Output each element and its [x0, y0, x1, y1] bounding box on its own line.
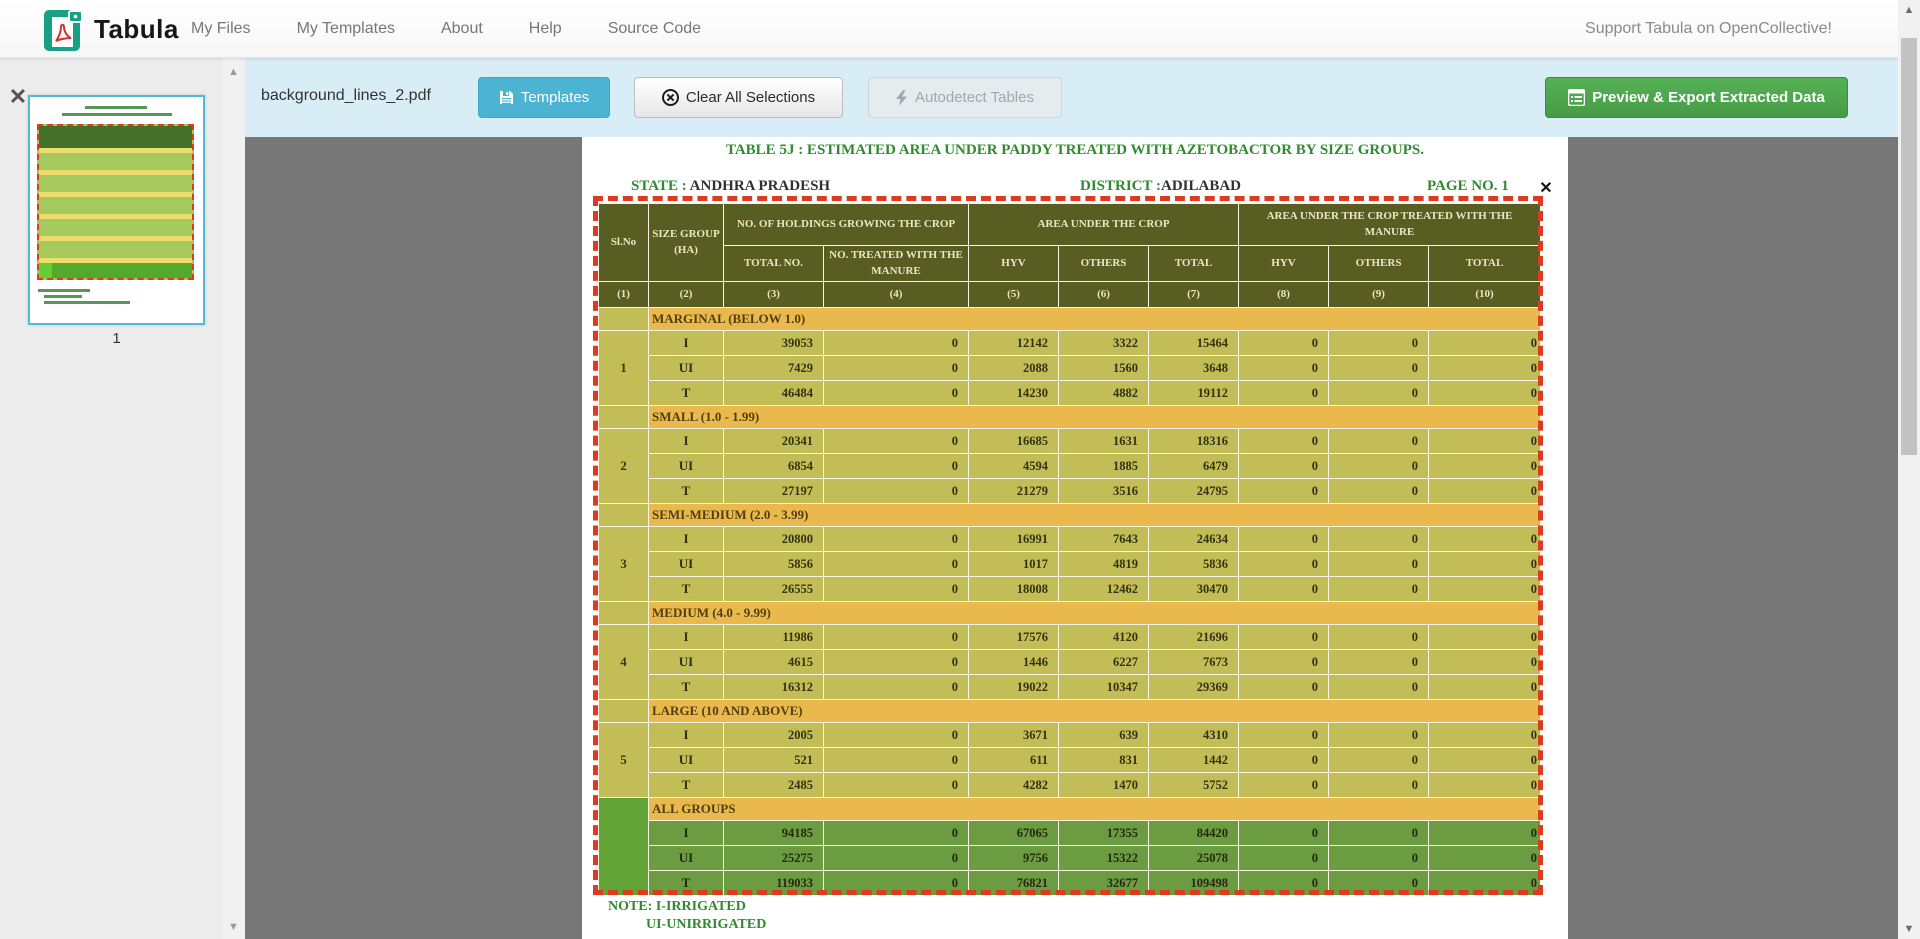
thumbnail-note-line [44, 301, 130, 304]
clear-all-selections-button[interactable]: Clear All Selections [634, 77, 843, 118]
table-selection-box[interactable] [593, 196, 1543, 895]
sidebar-scrollbar[interactable] [222, 58, 245, 939]
scroll-up-arrow-icon[interactable]: ▲ [1898, 2, 1920, 18]
lightning-bolt-icon [896, 90, 908, 106]
nav-item-help[interactable]: Help [506, 20, 585, 38]
nav-menu: My Files My Templates About Help Source … [168, 0, 724, 58]
thumbnail-note-line [38, 289, 90, 292]
nav-item-about[interactable]: About [418, 20, 506, 38]
sidebar-scroll-down-icon[interactable]: ▼ [222, 919, 245, 935]
filename-label: background_lines_2.pdf [261, 87, 431, 105]
save-icon [499, 90, 514, 105]
templates-button-label: Templates [521, 89, 589, 106]
brand-link[interactable]: Tabula [44, 7, 179, 51]
page-sidebar: ▲ ▼ ✕ 1 [0, 58, 245, 939]
nav-item-source-code[interactable]: Source Code [585, 20, 724, 38]
export-button-label: Preview & Export Extracted Data [1592, 89, 1825, 106]
tabula-logo-icon [44, 7, 84, 51]
sidebar-scroll-up-icon[interactable]: ▲ [222, 64, 245, 80]
main-viewport: TABLE 5J : ESTIMATED AREA UNDER PADDY TR… [245, 137, 1898, 939]
doc-title: TABLE 5J : ESTIMATED AREA UNDER PADDY TR… [582, 142, 1568, 159]
nav-item-my-files[interactable]: My Files [168, 20, 274, 38]
doc-note-line1: NOTE: I-IRRIGATED [608, 899, 746, 915]
nav-item-my-templates[interactable]: My Templates [274, 20, 418, 38]
templates-button[interactable]: Templates [478, 77, 610, 118]
district-label: DISTRICT : [1080, 178, 1161, 194]
pdf-page[interactable]: TABLE 5J : ESTIMATED AREA UNDER PADDY TR… [582, 137, 1568, 939]
clear-button-label: Clear All Selections [686, 89, 815, 106]
state-label: STATE : [631, 178, 687, 194]
page-number-label: 1 [28, 330, 205, 347]
brand-title: Tabula [94, 14, 179, 45]
toolbar: background_lines_2.pdf Templates Clear A… [245, 58, 1898, 137]
autodetect-tables-button[interactable]: Autodetect Tables [868, 77, 1062, 118]
navbar: Tabula My Files My Templates About Help … [0, 0, 1898, 58]
doc-district: DISTRICT :ADILABAD [1080, 178, 1241, 195]
thumbnail-note-line [44, 295, 82, 298]
scrollbar-thumb[interactable] [1901, 38, 1917, 455]
preview-export-button[interactable]: Preview & Export Extracted Data [1545, 77, 1848, 118]
doc-note-line2: UI-UNIRRIGATED [646, 917, 766, 933]
scroll-down-arrow-icon[interactable]: ▼ [1898, 921, 1920, 937]
doc-page-no: PAGE NO. 1 [1427, 178, 1509, 195]
page-thumbnail[interactable] [28, 95, 205, 325]
thumbnail-title-line [85, 106, 147, 109]
support-link[interactable]: Support Tabula on OpenCollective! [1585, 0, 1832, 58]
table-list-icon [1568, 89, 1585, 106]
thumbnail-selection-preview [37, 124, 194, 280]
state-value: ANDHRA PRADESH [690, 178, 830, 194]
doc-state: STATE : ANDHRA PRADESH [631, 178, 830, 195]
clear-circle-x-icon [662, 89, 679, 106]
window-scrollbar[interactable]: ▲ ▼ [1898, 0, 1920, 939]
autodetect-button-label: Autodetect Tables [915, 89, 1034, 106]
district-value: ADILABAD [1161, 178, 1241, 194]
thumbnail-title-line [62, 113, 172, 116]
